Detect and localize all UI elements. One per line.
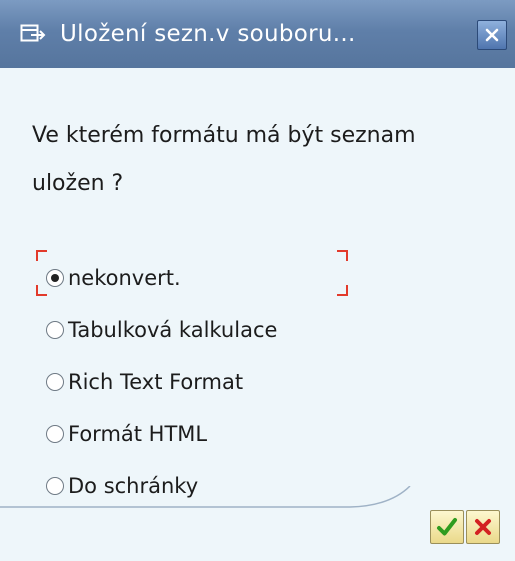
option-label: Rich Text Format [68, 370, 244, 394]
radio-selected-dot [51, 274, 59, 282]
radio-button[interactable] [46, 321, 64, 339]
window-title: Uložení sezn.v souboru... [60, 21, 356, 47]
save-list-dialog: Uložení sezn.v souboru... Ve kterém form… [0, 0, 515, 561]
option-label: nekonvert. [68, 266, 181, 290]
radio-button[interactable] [46, 269, 64, 287]
cancel-button[interactable] [466, 510, 500, 544]
option-label: Tabulková kalkulace [68, 318, 278, 342]
radio-button[interactable] [46, 425, 64, 443]
option-nekonvert[interactable]: nekonvert. [46, 256, 466, 300]
close-button[interactable] [477, 20, 507, 50]
window-icon [20, 24, 48, 44]
ok-button[interactable] [430, 510, 464, 544]
close-icon [485, 28, 499, 42]
option-rich-text-format[interactable]: Rich Text Format [46, 360, 466, 404]
checkmark-icon [437, 518, 457, 536]
radio-button[interactable] [46, 373, 64, 391]
option-tabulkova-kalkulace[interactable]: Tabulková kalkulace [46, 308, 466, 352]
option-format-html[interactable]: Formát HTML [46, 412, 466, 456]
question-text: Ve kterém formátu má být seznam uložen ? [32, 123, 416, 196]
title-bar[interactable]: Uložení sezn.v souboru... [0, 0, 515, 68]
cancel-x-icon [475, 519, 491, 535]
format-options: nekonvert. Tabulková kalkulace Rich Text… [46, 256, 466, 516]
option-label: Formát HTML [68, 422, 208, 446]
